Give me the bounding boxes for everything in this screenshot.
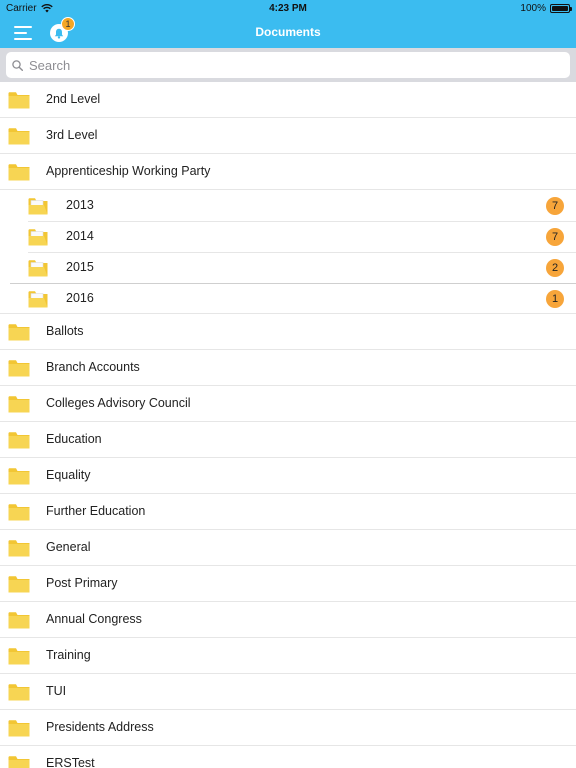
folder-icon (8, 612, 30, 629)
folder-row[interactable]: Ballots (0, 314, 576, 350)
status-bar: Carrier 4:23 PM 100% (0, 0, 576, 18)
search-bar (0, 48, 576, 82)
folder-list: 2nd Level 3rd Level Apprenticeship Working… (0, 82, 576, 768)
folder-icon (8, 396, 30, 413)
folder-row[interactable]: Equality (0, 458, 576, 494)
folder-label: 3rd Level (46, 128, 98, 142)
folder-label: 2016 (66, 291, 94, 305)
page-title: Documents (255, 25, 321, 39)
document-count-badge: 2 (546, 259, 564, 277)
folder-icon (8, 684, 30, 701)
search-field[interactable] (6, 52, 570, 78)
document-count-badge: 7 (546, 228, 564, 246)
folder-icon (8, 468, 30, 485)
folder-icon (8, 128, 30, 145)
folder-row[interactable]: Annual Congress (0, 602, 576, 638)
folder-label: Branch Accounts (46, 360, 140, 374)
folder-row[interactable]: Apprenticeship Working Party (0, 154, 576, 190)
folder-row[interactable]: Post Primary (0, 566, 576, 602)
folder-icon (8, 648, 30, 665)
folder-row[interactable]: ERSTest (0, 746, 576, 768)
battery-icon (550, 4, 572, 13)
folder-icon (8, 576, 30, 593)
folder-row[interactable]: 2nd Level (0, 82, 576, 118)
document-count-badge: 7 (546, 197, 564, 215)
battery-indicator: 100% (520, 3, 572, 14)
document-count-badge: 1 (546, 290, 564, 308)
subfolder-row[interactable]: 2014 7 (0, 221, 576, 253)
folder-row[interactable]: Presidents Address (0, 710, 576, 746)
folder-label: Ballots (46, 324, 84, 338)
status-time: 4:23 PM (269, 3, 307, 14)
folder-icon (8, 324, 30, 341)
open-folder-icon (28, 229, 48, 246)
folder-icon (8, 720, 30, 737)
folder-label: Apprenticeship Working Party (46, 164, 211, 178)
folder-row[interactable]: Branch Accounts (0, 350, 576, 386)
search-input[interactable] (29, 57, 549, 73)
folder-label: Colleges Advisory Council (46, 396, 191, 410)
folder-row[interactable]: Further Education (0, 494, 576, 530)
folder-row[interactable]: TUI (0, 674, 576, 710)
open-folder-icon (28, 260, 48, 277)
folder-label: Equality (46, 468, 91, 482)
folder-icon (8, 360, 30, 377)
folder-label: 2nd Level (46, 92, 101, 106)
search-icon (12, 59, 23, 71)
folder-label: 2014 (66, 229, 94, 243)
folder-icon (8, 92, 30, 109)
navigation-bar: 1 Documents (0, 17, 576, 48)
folder-row[interactable]: Colleges Advisory Council (0, 386, 576, 422)
folder-label: 2015 (66, 260, 94, 274)
folder-label: ERSTest (46, 756, 95, 768)
folder-label: TUI (46, 684, 67, 698)
open-folder-icon (28, 291, 48, 308)
folder-row[interactable]: Training (0, 638, 576, 674)
subfolder-row[interactable]: 2015 2 (0, 252, 576, 284)
folder-icon (8, 756, 30, 768)
folder-icon (8, 164, 30, 181)
folder-icon (8, 504, 30, 521)
open-folder-icon (28, 198, 48, 215)
subfolder-row[interactable]: 2016 1 (0, 283, 576, 314)
folder-label: 2013 (66, 198, 94, 212)
folder-label: Education (46, 432, 102, 446)
folder-label: General (46, 540, 91, 554)
folder-icon (8, 540, 30, 557)
folder-row[interactable]: General (0, 530, 576, 566)
battery-percent: 100% (520, 3, 546, 14)
folder-label: Annual Congress (46, 612, 142, 626)
folder-icon (8, 432, 30, 449)
subfolder-row[interactable]: 2013 7 (0, 190, 576, 222)
folder-label: Training (46, 648, 91, 662)
folder-row[interactable]: 3rd Level (0, 118, 576, 154)
folder-label: Presidents Address (46, 720, 154, 734)
folder-label: Post Primary (46, 576, 118, 590)
folder-label: Further Education (46, 504, 146, 518)
folder-row[interactable]: Education (0, 422, 576, 458)
